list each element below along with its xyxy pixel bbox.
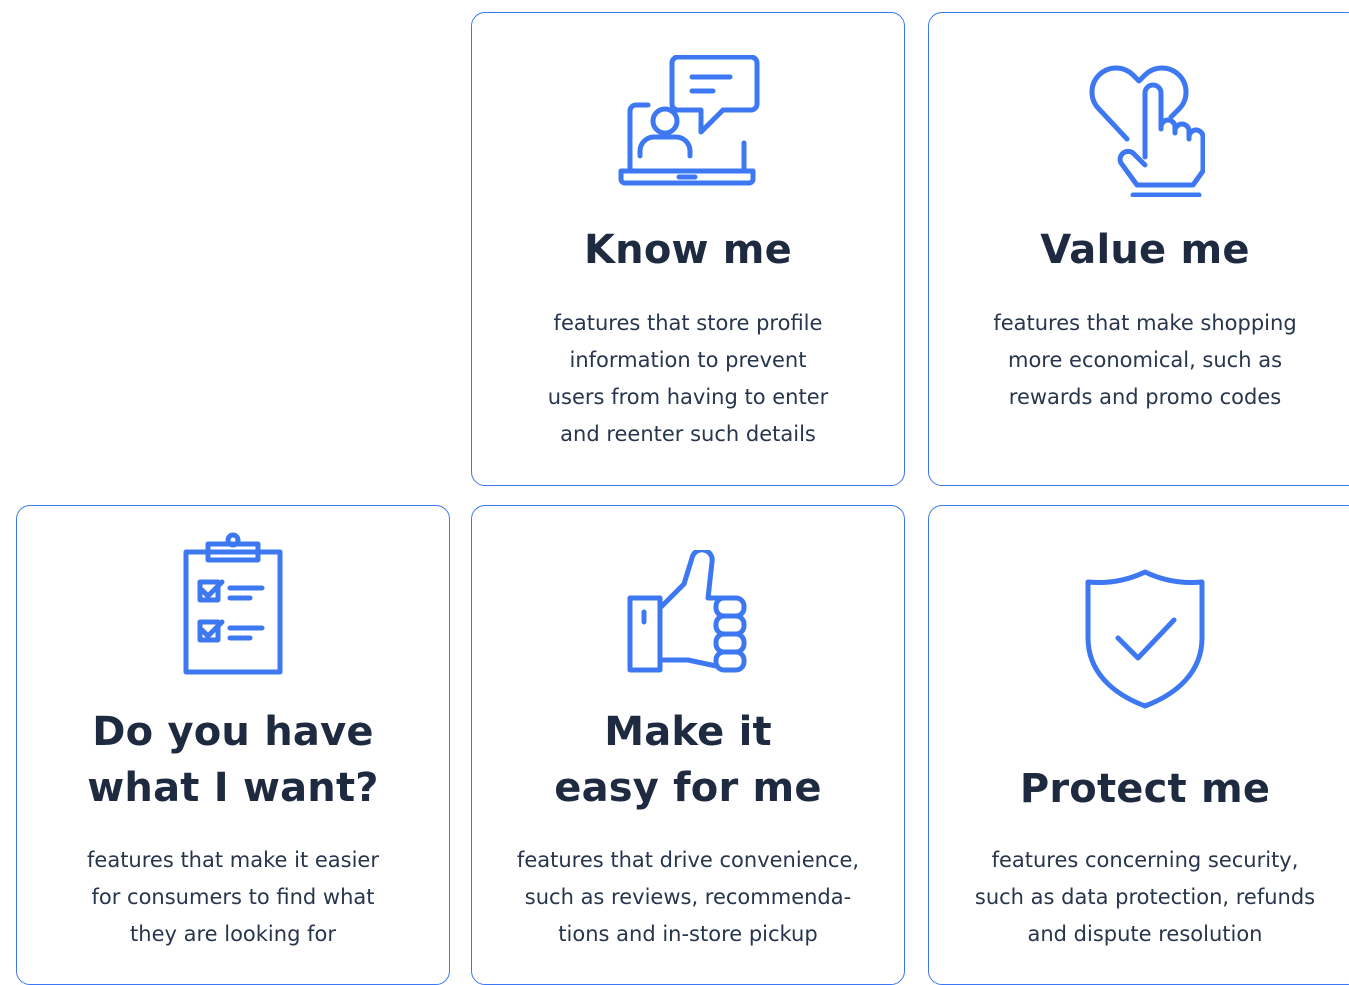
description-line: information to prevent xyxy=(569,348,807,372)
description-line: rewards and promo codes xyxy=(1008,385,1282,409)
card-title-line: Make it xyxy=(604,709,772,755)
description-line: and dispute resolution xyxy=(1027,922,1263,946)
thumbs-up-icon xyxy=(472,550,904,676)
card-title-line: easy for me xyxy=(554,765,822,811)
card-make-it-easy-for-me: Make it easy for me features that drive … xyxy=(471,505,905,985)
description-line: features that make it easier xyxy=(87,848,379,872)
laptop-chat-icon xyxy=(472,55,904,195)
card-title: Protect me xyxy=(1019,766,1271,812)
clipboard-checklist-icon xyxy=(17,532,449,678)
card-title: Know me xyxy=(583,227,793,273)
heart-hand-icon xyxy=(929,47,1349,197)
card-title: Do you have what I want? xyxy=(27,704,439,816)
card-title-line: Do you have xyxy=(92,709,374,755)
card-description: features concerning security, such as da… xyxy=(929,842,1349,953)
card-description: features that make it easier for consume… xyxy=(17,842,449,953)
description-line: features that drive convenience, xyxy=(516,848,860,872)
card-description: features that drive convenience, such as… xyxy=(472,842,904,953)
card-description: features that store profile information … xyxy=(472,305,904,453)
description-line: for consumers to find what xyxy=(91,885,375,909)
description-line: features that make shopping xyxy=(993,311,1297,335)
description-line: they are looking for xyxy=(130,922,336,946)
description-line: such as data protection, refunds xyxy=(974,885,1316,909)
card-title: Value me xyxy=(1040,227,1250,273)
card-description: features that make shopping more economi… xyxy=(929,305,1349,416)
shield-check-icon xyxy=(929,568,1349,710)
description-line: such as reviews, recommenda- xyxy=(524,885,852,909)
card-value-me: Value me features that make shopping mor… xyxy=(928,12,1349,486)
description-line: features concerning security, xyxy=(991,848,1299,872)
description-line: and reenter such details xyxy=(560,422,816,446)
card-know-me: Know me features that store profile info… xyxy=(471,12,905,486)
card-title: Make it easy for me xyxy=(482,704,894,816)
card-do-you-have-what-i-want: Do you have what I want? features that m… xyxy=(16,505,450,985)
description-line: users from having to enter xyxy=(547,385,829,409)
card-protect-me: Protect me features concerning security,… xyxy=(928,505,1349,985)
description-line: features that store profile xyxy=(553,311,823,335)
description-line: tions and in-store pickup xyxy=(558,922,818,946)
description-line: more economical, such as xyxy=(1007,348,1283,372)
card-title-line: what I want? xyxy=(87,765,379,811)
